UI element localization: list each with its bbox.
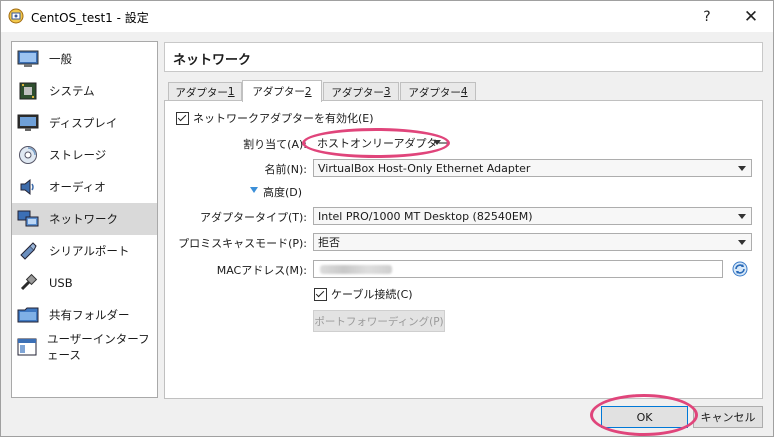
adapter-type-select[interactable]: Intel PRO/1000 MT Desktop (82540EM) [313,207,752,225]
settings-sidebar: 一般 システム ディスプレイ ストレージ オーディオ ネットワーク シリアルポー… [11,41,158,398]
network-icon [17,209,39,229]
tab-label: アダプター [331,86,384,99]
ui-window-icon [17,337,37,357]
adapter-type-value: Intel PRO/1000 MT Desktop (82540EM) [318,209,533,223]
highlight-annotation [590,394,698,436]
tab-adapter-1[interactable]: アダプター 1 [168,82,242,101]
sidebar-item-label: 共有フォルダー [49,308,130,322]
sidebar-item-label: システム [49,84,95,98]
sidebar-item-audio[interactable]: オーディオ [12,171,157,203]
name-value: VirtualBox Host-Only Ethernet Adapter [318,161,531,175]
sidebar-item-serial-port[interactable]: シリアルポート [12,235,157,267]
page-title: ネットワーク [173,53,252,68]
serial-port-icon [17,241,39,261]
port-forwarding-label: ポートフォワーディング(P) [314,315,444,328]
sidebar-item-storage[interactable]: ストレージ [12,139,157,171]
cancel-button[interactable]: キャンセル [693,406,763,428]
tab-label: アダプター [408,86,461,99]
sidebar-item-network[interactable]: ネットワーク [12,203,157,235]
enable-adapter-label: ネットワークアダプターを有効化(E) [193,112,374,125]
display-icon [17,113,39,133]
chevron-down-icon [738,214,746,219]
sidebar-item-general[interactable]: 一般 [12,43,157,75]
enable-adapter-checkbox[interactable] [176,112,189,125]
motherboard-icon [17,81,39,101]
attached-to-label: 割り当て(A): [243,138,307,151]
cable-connected-checkbox[interactable] [314,288,327,301]
disc-icon [17,145,39,165]
close-icon: ✕ [743,6,759,27]
help-icon: ? [703,8,711,25]
promiscuous-label: プロミスキャスモード(P): [178,237,307,250]
promiscuous-value: 拒否 [318,236,340,249]
mac-address-input[interactable] [313,260,723,278]
sidebar-item-label: USB [49,276,73,290]
sidebar-item-shared-folders[interactable]: 共有フォルダー [12,299,157,331]
usb-icon [17,273,39,293]
help-button[interactable]: ? [687,1,727,32]
title-bar[interactable]: CentOS_test1 - 設定 ? ✕ [1,1,773,32]
tab-adapter-4[interactable]: アダプター 4 [400,82,476,101]
sidebar-item-system[interactable]: システム [12,75,157,107]
port-forwarding-button[interactable]: ポートフォワーディング(P) [313,310,445,332]
sidebar-item-label: 一般 [49,52,72,66]
tab-key: 1 [227,86,235,98]
expand-triangle-icon[interactable] [250,187,258,193]
adapter-type-label: アダプタータイプ(T): [199,211,307,224]
sidebar-item-display[interactable]: ディスプレイ [12,107,157,139]
chevron-down-icon [738,166,746,171]
folder-icon [17,305,39,325]
window-title: CentOS_test1 - 設定 [31,11,149,25]
redacted-mac [320,265,392,274]
tab-adapter-2[interactable]: アダプター 2 [242,80,322,102]
tab-adapter-3[interactable]: アダプター 3 [323,82,399,101]
tab-label: アダプター [175,86,228,99]
close-button[interactable]: ✕ [731,1,771,32]
tab-key: 4 [460,86,468,98]
sidebar-item-label: ディスプレイ [49,116,118,130]
chevron-down-icon [738,240,746,245]
tab-key: 3 [383,86,391,98]
tab-key: 2 [304,85,312,98]
virtualbox-icon [8,8,24,24]
sidebar-item-label: シリアルポート [49,244,130,258]
monitor-icon [17,49,39,69]
page-header: ネットワーク [164,42,763,72]
sidebar-item-user-interface[interactable]: ユーザーインターフェース [12,331,157,363]
mac-label: MACアドレス(M): [216,264,307,277]
speaker-icon [17,177,39,197]
name-label: 名前(N): [264,163,307,176]
refresh-mac-icon[interactable] [732,261,748,277]
highlight-annotation [302,128,450,158]
advanced-toggle[interactable]: 高度(D) [263,184,302,200]
sidebar-item-usb[interactable]: USB [12,267,157,299]
cable-connected-label: ケーブル接続(C) [331,288,413,301]
sidebar-item-label: ネットワーク [49,212,118,226]
promiscuous-select[interactable]: 拒否 [313,233,752,251]
sidebar-item-label: ユーザーインターフェース [47,332,150,362]
tab-label: アダプター [252,86,305,98]
sidebar-item-label: ストレージ [49,148,107,162]
name-select[interactable]: VirtualBox Host-Only Ethernet Adapter [313,159,752,177]
adapter-panel: ネットワークアダプターを有効化(E) 割り当て(A): ホストオンリーアダプター… [164,100,763,399]
settings-window: CentOS_test1 - 設定 ? ✕ 一般 システム ディスプレイ ストレ… [0,0,774,437]
sidebar-item-label: オーディオ [49,180,106,194]
cancel-label: キャンセル [700,411,756,424]
